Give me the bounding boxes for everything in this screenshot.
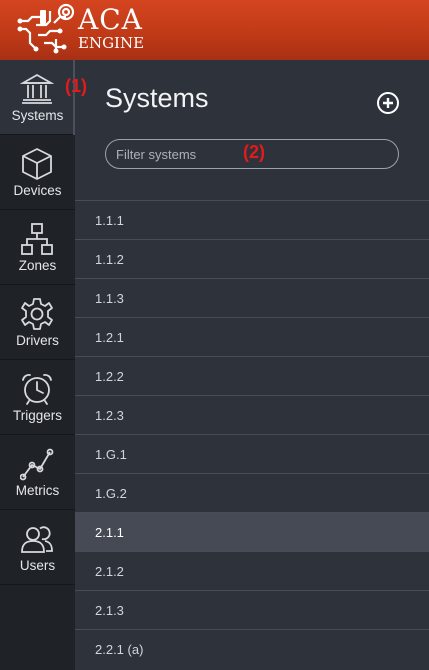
page-title: Systems — [105, 83, 209, 113]
list-item[interactable]: 2.1.2 — [75, 551, 429, 590]
cube-icon — [20, 147, 54, 181]
system-name: 1.1.3 — [95, 291, 124, 306]
list-item[interactable]: 2.1.3 — [75, 590, 429, 629]
list-item-selected[interactable]: 2.1.1 — [75, 512, 429, 551]
system-name: 2.1.1 — [95, 525, 124, 540]
system-list: 1.1.1 1.1.2 1.1.3 1.2.1 1.2.2 1.2.3 1.G.… — [75, 200, 429, 668]
logo-circuit-icon — [17, 3, 75, 54]
gear-icon — [20, 297, 54, 331]
users-icon — [20, 522, 54, 556]
sidebar-item-devices[interactable]: Devices — [0, 135, 75, 210]
logo-text-engine: ENGINE — [78, 34, 145, 52]
sidebar-item-label: Metrics — [15, 483, 60, 498]
aca-engine-logo[interactable]: ACA ENGINE — [16, 3, 156, 57]
sidebar-item-metrics[interactable]: Metrics — [0, 435, 75, 510]
logo-text-aca: ACA — [78, 3, 143, 36]
system-name: 1.G.1 — [95, 447, 127, 462]
list-item[interactable]: 1.1.1 — [75, 200, 429, 239]
sidebar-item-label: Zones — [18, 258, 57, 273]
list-item[interactable]: 1.2.1 — [75, 317, 429, 356]
sidebar-item-triggers[interactable]: Triggers — [0, 360, 75, 435]
plus-circle-icon — [383, 98, 393, 108]
system-name: 1.G.2 — [95, 486, 127, 501]
list-item[interactable]: 2.2.1 (a) — [75, 629, 429, 668]
sidebar-item-zones[interactable]: Zones — [0, 210, 75, 285]
sidebar-item-systems[interactable]: Systems — [0, 60, 75, 135]
system-name: 1.2.3 — [95, 408, 124, 423]
list-item[interactable]: 1.1.2 — [75, 239, 429, 278]
list-item[interactable]: 1.1.3 — [75, 278, 429, 317]
list-item[interactable]: 1.G.1 — [75, 434, 429, 473]
line-graph-icon — [19, 447, 54, 481]
system-name: 1.2.2 — [95, 369, 124, 384]
sidebar-nav: Systems Devices Zones Drivers Triggers M… — [0, 60, 75, 670]
sidebar-item-users[interactable]: Users — [0, 510, 75, 585]
add-system-button[interactable] — [377, 92, 399, 114]
building-columns-icon — [19, 72, 55, 106]
sidebar-item-drivers[interactable]: Drivers — [0, 285, 75, 360]
sidebar-item-label: Users — [19, 558, 56, 573]
list-item[interactable]: 1.G.2 — [75, 473, 429, 512]
system-name: 1.2.1 — [95, 330, 124, 345]
sidebar-item-label: Triggers — [12, 408, 62, 423]
system-name: 1.1.2 — [95, 252, 124, 267]
sitemap-icon — [20, 222, 54, 256]
list-item[interactable]: 1.2.2 — [75, 356, 429, 395]
list-item[interactable]: 1.2.3 — [75, 395, 429, 434]
system-name: 1.1.1 — [95, 213, 124, 228]
system-name: 2.1.3 — [95, 603, 124, 618]
annotation-marker-2: (2) — [243, 142, 265, 162]
app-header: ACA ENGINE — [0, 0, 429, 60]
system-name: 2.1.2 — [95, 564, 124, 579]
system-name: 2.2.1 (a) — [95, 642, 144, 657]
sidebar-item-label: Drivers — [16, 333, 59, 348]
annotation-marker-1: (1) — [65, 76, 87, 96]
sidebar-item-label: Systems — [11, 108, 64, 123]
alarm-clock-icon — [20, 372, 54, 406]
sidebar-item-label: Devices — [13, 183, 62, 198]
